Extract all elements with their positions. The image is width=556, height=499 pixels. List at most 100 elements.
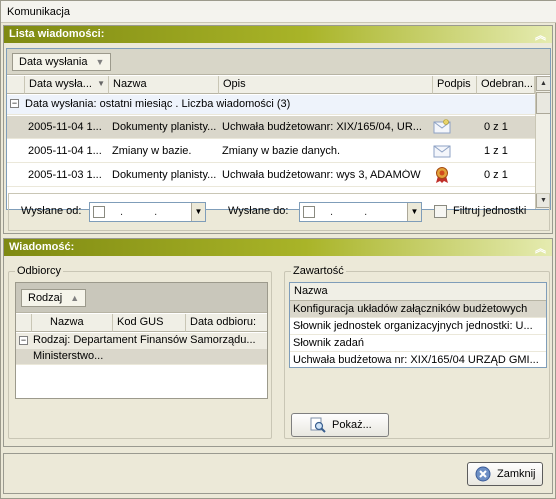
message-grid: Data wysłania ▼ Data wysła... ▼ Nazwa Opi… [6,48,551,210]
scroll-thumb[interactable] [536,92,550,114]
group-by-date-label: Data wysłania [19,56,88,68]
scroll-up-icon[interactable]: ▲ [536,76,550,91]
envelope-icon [433,119,451,138]
col-receipt-date-label: Data odbioru: [190,316,257,328]
recipients-group: Odbiorcy Rodzaj ▲ Nazwa Kod GUS Data odbi… [8,265,272,439]
row-received: 0 z 1 [484,169,508,181]
table-row[interactable]: 2005-11-03 1... Dokumenty planisty... Uc… [7,164,535,187]
filter-units-checkbox[interactable] [434,205,447,218]
collapse-group-icon[interactable]: − [19,336,28,345]
magnifier-icon [310,417,326,436]
show-button-label: Pokaż... [332,419,372,431]
group-by-date-button[interactable]: Data wysłania ▼ [12,53,112,71]
recipients-group-label: Rodzaj: Departament Finansów Samorządu..… [33,334,256,346]
col-header-receipt-date[interactable]: Data odbioru: [186,314,267,332]
list-item[interactable]: Uchwała budżetowa nr: XIX/165/04 URZĄD G… [290,352,546,367]
window-titlebar: Komunikacja [1,1,556,23]
footer-bar: Zamknij [3,453,553,494]
list-item[interactable]: Słownik jednostek organizacyjnych jednos… [290,318,546,335]
col-date-label: Data wysła... [29,78,92,90]
col-sign-label: Podpis [437,78,471,90]
collapse-icon[interactable]: ︽ [535,240,546,256]
col-header-gus-code[interactable]: Kod GUS [113,314,186,332]
date-to-picker[interactable]: . . ▼ [299,202,422,222]
window-title: Komunikacja [7,6,70,18]
message-title: Wiadomość: [9,241,75,253]
list-item[interactable]: Słownik zadań [290,335,546,352]
table-row[interactable]: Ministerstwo... [16,349,267,365]
date-from-picker[interactable]: . . ▼ [89,202,206,222]
content-legend: Zawartość [291,265,346,277]
from-label: Wysłane od: [21,205,82,217]
recipient-name: Ministerstwo... [33,350,104,362]
filter-bar: Wysłane od: . . ▼ Wysłane do: . . ▼ Filt… [8,193,550,231]
group-row-label: Data wysłania: ostatni miesiąc . Liczba … [25,98,291,110]
row-received: 0 z 1 [484,121,508,133]
group-by-type-button[interactable]: Rodzaj ▲ [21,289,87,307]
message-list-header[interactable]: Lista wiadomości: ︽ [4,26,552,43]
close-icon [475,466,491,485]
to-label: Wysłane do: [228,205,289,217]
row-indicator-header [16,314,32,332]
collapse-group-icon[interactable]: − [10,99,19,108]
communication-window: Komunikacja Lista wiadomości: ︽ Data wys… [0,0,556,499]
row-name: Zmiany w bazie. [112,145,192,157]
recipients-grid: Rodzaj ▲ Nazwa Kod GUS Data odbioru: − Ro… [15,282,268,399]
message-header[interactable]: Wiadomość: ︽ [4,239,552,256]
row-indicator-header [7,76,25,94]
table-row[interactable]: 2005-11-04 1... Dokumenty planisty... Uc… [7,116,535,139]
content-list: Nazwa Konfiguracja układów załączników b… [289,282,547,368]
row-date: 2005-11-04 1... [28,145,102,157]
col-header-date[interactable]: Data wysła... ▼ [25,76,109,94]
col-gus-code-label: Kod GUS [117,316,164,328]
group-by-type-label: Rodzaj [28,292,63,304]
col-header-name[interactable]: Nazwa [109,76,219,94]
group-by-bar: Data wysłania ▼ [7,49,550,75]
col-header-recipient-name[interactable]: Nazwa [32,314,113,332]
message-list-panel: Lista wiadomości: ︽ Data wysłania ▼ Data … [3,25,553,234]
list-scrollbar[interactable]: ▲ ▼ [535,76,550,209]
filter-units-label: Filtruj jednostki [453,205,527,217]
col-received-label: Odebran... [481,78,533,90]
row-received: 1 z 1 [484,145,508,157]
dropdown-arrow-icon[interactable]: ▼ [407,203,421,221]
envelope-icon [433,143,451,162]
dropdown-arrow-icon[interactable]: ▼ [191,203,205,221]
row-desc: Uchwała budżetowanr: wys 3, ADAMÓW [222,169,421,181]
row-date: 2005-11-03 1... [28,169,102,181]
message-panel: Wiadomość: ︽ Odbiorcy Rodzaj ▲ Nazwa Kod … [3,238,553,447]
row-name: Dokumenty planisty... [112,169,217,181]
sort-up-icon: ▲ [70,293,80,303]
date-to-checkbox[interactable] [303,206,315,218]
content-item-label: Konfiguracja układów załączników budżeto… [293,303,528,315]
list-item[interactable]: Konfiguracja układów załączników budżeto… [290,301,546,318]
close-button-label: Zamknij [497,468,536,480]
col-header-content-name[interactable]: Nazwa [290,283,546,301]
table-row[interactable]: 2005-11-04 1... Zmiany w bazie. Zmiany w… [7,140,535,163]
close-button[interactable]: Zamknij [467,462,543,486]
collapse-icon[interactable]: ︽ [535,27,546,43]
col-header-received[interactable]: Odebran... [477,76,535,94]
date-from-checkbox[interactable] [93,206,105,218]
content-item-label: Uchwała budżetowa nr: XIX/165/04 URZĄD G… [293,354,539,366]
col-content-name-label: Nazwa [294,285,328,297]
col-desc-label: Opis [223,78,246,90]
content-item-label: Słownik zadań [293,337,364,349]
date-from-value: . . [120,206,172,218]
row-desc: Uchwała budżetowanr: XIX/165/04, UR... [222,121,422,133]
show-button[interactable]: Pokaż... [291,413,389,437]
col-name-label: Nazwa [113,78,147,90]
date-to-value: . . [330,206,382,218]
content-group: Zawartość Nazwa Konfiguracja układów zał… [284,265,550,439]
col-header-description[interactable]: Opis [219,76,433,94]
message-list-title: Lista wiadomości: [9,28,105,40]
seal-icon [435,166,449,187]
recipients-group-row[interactable]: − Rodzaj: Departament Finansów Samorządu… [16,333,267,349]
recipients-legend: Odbiorcy [15,265,64,277]
col-header-signature[interactable]: Podpis [433,76,477,94]
row-name: Dokumenty planisty... [112,121,217,133]
row-date: 2005-11-04 1... [28,121,102,133]
col-recipient-name-label: Nazwa [50,316,84,328]
content-item-label: Słownik jednostek organizacyjnych jednos… [293,320,533,332]
group-row[interactable]: − Data wysłania: ostatni miesiąc . Liczb… [7,95,535,115]
